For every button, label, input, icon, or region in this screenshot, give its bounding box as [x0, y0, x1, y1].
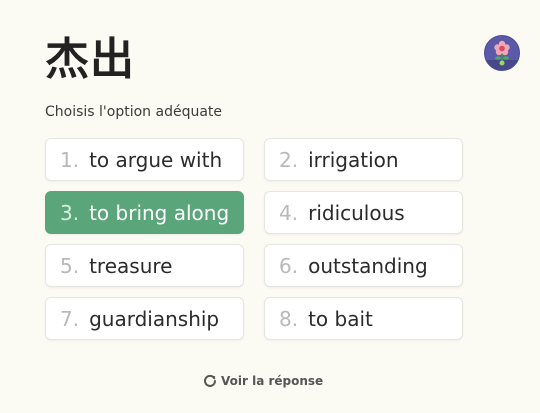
refresh-icon [203, 374, 217, 388]
option-label: ridiculous [308, 200, 405, 225]
option-label: to bring along [89, 200, 230, 225]
option-label: guardianship [89, 306, 220, 331]
option-number: 8. [279, 306, 299, 331]
option-label: irrigation [308, 147, 399, 172]
option-number: 1. [60, 147, 80, 172]
option-7[interactable]: 7. guardianship [45, 297, 244, 340]
reveal-answer-button[interactable]: Voir la réponse [203, 374, 323, 388]
instruction-text: Choisis l'option adéquate [45, 104, 223, 120]
option-label: to argue with [89, 147, 223, 172]
option-label: to bait [308, 306, 373, 331]
option-2[interactable]: 2. irrigation [264, 138, 463, 181]
option-label: treasure [89, 253, 173, 278]
option-number: 2. [279, 147, 299, 172]
flower-icon [485, 36, 519, 70]
option-1[interactable]: 1. to argue with [45, 138, 244, 181]
option-5[interactable]: 5. treasure [45, 244, 244, 287]
option-6[interactable]: 6. outstanding [264, 244, 463, 287]
option-number: 6. [279, 253, 299, 278]
word-title: 杰出 [45, 34, 135, 85]
option-number: 3. [60, 200, 80, 225]
option-label: outstanding [308, 253, 428, 278]
option-number: 4. [279, 200, 299, 225]
options-grid: 1. to argue with 2. irrigation 3. to bri… [45, 138, 463, 340]
option-number: 7. [60, 306, 80, 331]
option-4[interactable]: 4. ridiculous [264, 191, 463, 234]
option-number: 5. [60, 253, 80, 278]
option-8[interactable]: 8. to bait [264, 297, 463, 340]
option-3[interactable]: 3. to bring along [45, 191, 244, 234]
reveal-answer-label: Voir la réponse [221, 374, 324, 388]
avatar[interactable] [484, 35, 520, 71]
